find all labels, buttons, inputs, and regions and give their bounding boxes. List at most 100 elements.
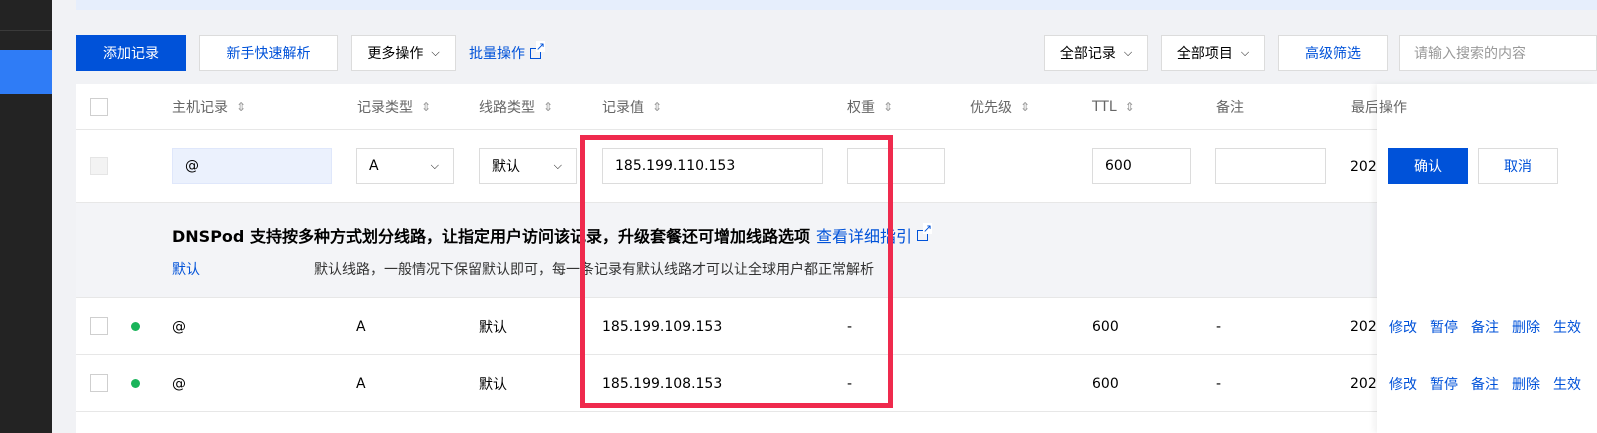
chevron-down-icon: ⌵: [430, 159, 439, 172]
col-type[interactable]: 记录类型 ⇕: [357, 84, 431, 130]
batch-ops-link[interactable]: 批量操作: [469, 35, 545, 71]
all-projects-dropdown[interactable]: 全部项目 ⌵: [1161, 35, 1265, 71]
col-host-label: 主机记录: [172, 100, 228, 116]
remark-link[interactable]: 备注: [1471, 317, 1499, 337]
operations-panel: 操作 确认 取消 修改 暂停 备注 删除 生效 修改 暂停 备注 删除 生效: [1377, 84, 1597, 433]
cell-remark: -: [1216, 318, 1222, 335]
all-records-dropdown[interactable]: 全部记录 ⌵: [1044, 35, 1148, 71]
col-ttl[interactable]: TTL ⇕: [1092, 84, 1135, 130]
confirm-label: 确认: [1414, 159, 1442, 175]
col-ops-label: 操作: [1379, 100, 1407, 116]
highlight-box: [580, 135, 893, 408]
col-ttl-label: TTL: [1092, 99, 1117, 115]
more-ops-label: 更多操作: [367, 46, 424, 62]
sort-icon: ⇕: [421, 100, 432, 114]
host-input[interactable]: @: [172, 148, 332, 184]
col-line[interactable]: 线路类型 ⇕: [479, 84, 553, 130]
status-enabled-icon: [131, 379, 140, 388]
sort-icon: ⇕: [1020, 100, 1031, 114]
cancel-button[interactable]: 取消: [1478, 148, 1558, 184]
col-priority[interactable]: 优先级 ⇕: [970, 84, 1030, 130]
delete-link[interactable]: 删除: [1512, 317, 1540, 337]
more-ops-dropdown[interactable]: 更多操作 ⌵: [351, 35, 456, 71]
cell-ttl: 600: [1092, 318, 1119, 335]
quick-resolve-label: 新手快速解析: [226, 46, 311, 62]
status-enabled-icon: [131, 322, 140, 331]
col-weight-label: 权重: [847, 100, 875, 116]
apply-link[interactable]: 生效: [1553, 317, 1581, 337]
cell-last: 202: [1350, 375, 1377, 392]
col-host[interactable]: 主机记录 ⇕: [172, 84, 246, 130]
remark-input[interactable]: [1215, 148, 1326, 184]
edit-link[interactable]: 修改: [1389, 317, 1417, 337]
cell-type: A: [356, 375, 366, 392]
row-checkbox: [90, 157, 108, 175]
col-value[interactable]: 记录值 ⇕: [602, 84, 662, 130]
col-type-label: 记录类型: [357, 100, 413, 116]
row-actions: 修改 暂停 备注 删除 生效: [1389, 355, 1594, 412]
col-line-label: 线路类型: [479, 100, 535, 116]
external-link-icon: [530, 40, 545, 59]
apply-link[interactable]: 生效: [1553, 374, 1581, 394]
delete-link[interactable]: 删除: [1512, 374, 1540, 394]
add-record-button[interactable]: 添加记录: [76, 35, 186, 71]
advanced-filter-button[interactable]: 高级筛选: [1278, 35, 1388, 71]
sort-icon: ⇕: [236, 100, 247, 114]
ttl-input[interactable]: 600: [1092, 148, 1191, 184]
edit-link[interactable]: 修改: [1389, 374, 1417, 394]
add-record-label: 添加记录: [103, 46, 159, 62]
col-remark: 备注: [1216, 84, 1244, 130]
external-link-icon: [916, 222, 932, 241]
chevron-down-icon: ⌵: [1123, 46, 1133, 59]
all-projects-label: 全部项目: [1176, 46, 1233, 62]
cell-host: @: [172, 375, 186, 392]
table-header: 主机记录 ⇕ 记录类型 ⇕ 线路类型 ⇕ 记录值 ⇕ 权重 ⇕ 优先级 ⇕ TTL ⇕ 备注 …: [76, 84, 1597, 130]
host-input-value: @: [185, 158, 199, 174]
cell-remark: -: [1216, 375, 1222, 392]
type-select-value: A: [369, 158, 379, 174]
col-priority-label: 优先级: [970, 100, 1012, 116]
remark-link[interactable]: 备注: [1471, 374, 1499, 394]
col-weight[interactable]: 权重 ⇕: [847, 84, 893, 130]
cell-line: 默认: [479, 376, 507, 393]
confirm-button[interactable]: 确认: [1388, 148, 1468, 184]
cell-type: A: [356, 318, 366, 335]
row-checkbox[interactable]: [90, 317, 108, 335]
line-select-value: 默认: [492, 159, 520, 175]
cancel-label: 取消: [1504, 159, 1532, 175]
last-cell: 202: [1350, 130, 1377, 203]
col-last-label: 最后: [1351, 100, 1379, 116]
row-checkbox[interactable]: [90, 374, 108, 392]
col-value-label: 记录值: [602, 100, 644, 116]
ttl-input-value: 600: [1105, 158, 1132, 174]
cell-last: 202: [1350, 318, 1377, 335]
top-banner: [76, 0, 1597, 10]
col-remark-label: 备注: [1216, 100, 1244, 116]
line-select[interactable]: 默认 ⌵: [479, 148, 577, 184]
search-input[interactable]: 请输入搜索的内容: [1399, 35, 1597, 71]
cell-ttl: 600: [1092, 375, 1119, 392]
sidebar-divider: [0, 30, 52, 31]
sidebar: [0, 0, 52, 433]
advanced-filter-label: 高级筛选: [1305, 46, 1361, 62]
quick-resolve-button[interactable]: 新手快速解析: [199, 35, 338, 71]
chevron-down-icon: ⌵: [553, 159, 562, 172]
chevron-down-icon: ⌵: [1240, 46, 1250, 59]
pause-link[interactable]: 暂停: [1430, 374, 1458, 394]
tip-line-name: 默认: [172, 262, 200, 278]
sidebar-item-active[interactable]: [0, 50, 52, 94]
cell-host: @: [172, 318, 186, 335]
type-select[interactable]: A ⌵: [356, 148, 454, 184]
col-last: 最后: [1351, 84, 1379, 130]
select-all-checkbox[interactable]: [90, 98, 108, 116]
chevron-down-icon: ⌵: [431, 46, 440, 59]
sort-icon: ⇕: [1124, 100, 1135, 114]
last-value: 202: [1350, 158, 1377, 175]
batch-ops-label: 批量操作: [469, 46, 525, 62]
sort-icon: ⇕: [543, 100, 554, 114]
pause-link[interactable]: 暂停: [1430, 317, 1458, 337]
sort-icon: ⇕: [883, 100, 894, 114]
search-placeholder: 请输入搜索的内容: [1414, 46, 1526, 62]
sort-icon: ⇕: [652, 100, 663, 114]
col-ops: 操作: [1377, 84, 1407, 130]
